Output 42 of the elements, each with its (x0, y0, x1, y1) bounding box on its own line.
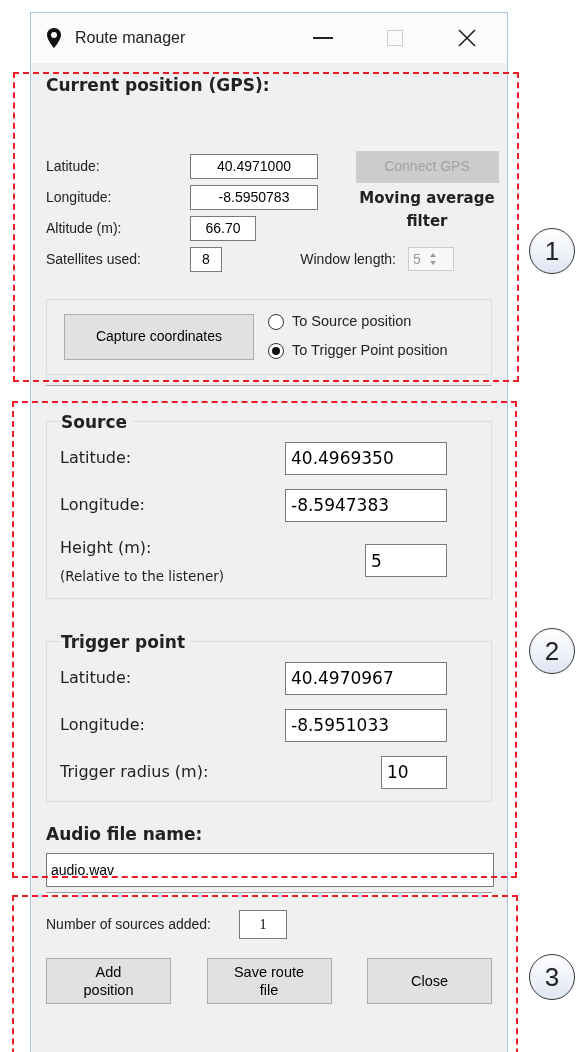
field-label: Latitude: (60, 447, 132, 469)
field-label: Altitude (m): (46, 218, 123, 238)
annotation-number: 3 (529, 954, 575, 1000)
text-field[interactable]: -8.5947383 (285, 488, 447, 522)
maximize-icon (387, 30, 403, 46)
text-field[interactable]: 40.4969350 (285, 441, 447, 475)
close-icon (458, 29, 476, 47)
field-label: Window length: (300, 249, 396, 269)
section-heading: Current position (GPS): (46, 74, 271, 97)
field-label: Longitude: (60, 494, 145, 516)
annotation-number: 1 (529, 228, 575, 274)
field-label: Height (m): (60, 536, 153, 559)
field-label: Latitude: (46, 156, 101, 176)
text-field[interactable]: 40.4970967 (285, 661, 447, 695)
field-label: Audio file name: (46, 822, 204, 846)
text-field[interactable]: 10 (381, 755, 447, 789)
radio-option[interactable]: To Trigger Point position (268, 336, 448, 366)
field-label: Number of sources added: (46, 915, 211, 935)
text-field[interactable]: 40.4971000 (190, 153, 318, 179)
field-note: (Relative to the listener) (60, 566, 225, 586)
minimize-icon (313, 37, 333, 39)
capture-button[interactable]: Capture coordinates (64, 313, 254, 360)
field-label: Longitude: (46, 187, 113, 207)
radio-option[interactable]: To Source position (268, 307, 412, 337)
field-label: Trigger radius (m): (60, 761, 209, 784)
field-label: Longitude: (60, 714, 145, 737)
action-button[interactable]: Add position (46, 958, 171, 1005)
field-label: Latitude: (60, 667, 132, 690)
action-button[interactable]: Close (367, 958, 492, 1005)
action-button[interactable]: Save route file (206, 958, 332, 1005)
text-field[interactable]: 8 (190, 246, 222, 272)
window-title: Route manager (75, 28, 186, 48)
text-field[interactable]: audio.wav (46, 853, 494, 888)
text-field[interactable]: 5 (365, 544, 447, 578)
filter-heading: Moving average filter (358, 187, 496, 232)
text-field[interactable]: 1 (239, 910, 287, 940)
annotation-number: 2 (529, 628, 575, 674)
text-field[interactable]: -8.5950783 (190, 184, 318, 210)
map-pin-icon (47, 28, 61, 48)
field-label: Satellites used: (46, 249, 142, 269)
text-field[interactable]: 66.70 (190, 215, 256, 241)
text-field[interactable]: -8.5951033 (285, 708, 447, 742)
